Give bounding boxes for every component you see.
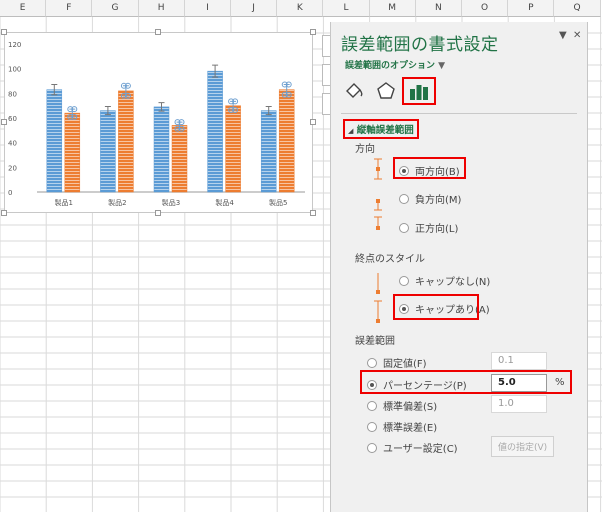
bar xyxy=(64,112,81,193)
column-header[interactable]: M xyxy=(369,0,416,17)
radio-circle xyxy=(367,400,377,411)
column-header[interactable]: E xyxy=(0,0,47,17)
y-tick-label: 20 xyxy=(8,164,17,172)
radio-custom[interactable]: ユーザー設定(C) xyxy=(367,440,458,455)
no-cap-icon xyxy=(376,273,380,294)
radio-label: 標準偏差(S) xyxy=(383,402,438,413)
resize-handle[interactable] xyxy=(310,119,316,125)
column-header[interactable]: I xyxy=(184,0,231,17)
radio-label: 負方向(M) xyxy=(415,195,462,206)
radio-circle xyxy=(367,357,377,368)
bar xyxy=(225,105,241,193)
radio-label: 正方向(L) xyxy=(415,224,459,235)
radio-circle xyxy=(399,222,409,233)
y-tick-label: 40 xyxy=(8,140,17,148)
std-dev-input[interactable]: 1.0 xyxy=(491,395,547,413)
column-header[interactable]: G xyxy=(92,0,139,17)
y-tick-label: 80 xyxy=(8,90,17,98)
bar xyxy=(153,106,170,193)
resize-handle[interactable] xyxy=(155,210,161,216)
radio-circle xyxy=(399,275,409,286)
end-style-label: 終点のスタイル xyxy=(355,254,425,265)
paint-bucket-icon xyxy=(346,83,363,98)
resize-handle[interactable] xyxy=(1,29,7,35)
effects-tab[interactable] xyxy=(373,78,399,104)
y-tick-label: 60 xyxy=(8,115,17,123)
y-tick-label: 120 xyxy=(8,41,21,49)
fixed-value-input[interactable]: 0.1 xyxy=(491,352,547,370)
bar-chart-icon xyxy=(410,85,428,100)
options-dropdown[interactable]: 誤差範囲のオプション ▼ xyxy=(345,58,445,71)
cap-icon xyxy=(374,300,382,323)
plus-direction-icon xyxy=(374,216,382,230)
radio-circle xyxy=(367,421,377,432)
highlight-box xyxy=(393,294,479,320)
bar-chart: 0 20 40 60 80 100 120 製品1 製品2 製品3 製品4 製品5 xyxy=(8,41,305,207)
column-header[interactable]: P xyxy=(508,0,555,17)
error-bar-options-tab[interactable] xyxy=(402,77,436,105)
column-header[interactable]: J xyxy=(231,0,278,17)
section-label: 縦軸誤差範囲 xyxy=(356,125,414,136)
radio-circle xyxy=(399,193,409,204)
specify-value-button[interactable]: 値の指定(V) xyxy=(491,436,555,457)
bar xyxy=(118,90,134,193)
radio-no-cap[interactable]: キャップなし(N) xyxy=(399,273,490,288)
resize-handle[interactable] xyxy=(310,29,316,35)
close-icon[interactable]: ✕ xyxy=(573,30,581,41)
column-header[interactable]: K xyxy=(277,0,324,17)
radio-label: ユーザー設定(C) xyxy=(383,444,458,455)
format-error-bars-pane: 誤差範囲の書式設定 ▼ ✕ 誤差範囲のオプション ▼ ◢ 縦軸誤差範囲 方向 両… xyxy=(330,22,588,512)
x-tick-label: 製品1 xyxy=(55,198,73,207)
bar xyxy=(46,89,63,193)
highlight-box xyxy=(360,370,572,394)
x-tick-label: 製品3 xyxy=(162,198,180,207)
collapse-triangle-icon: ◢ xyxy=(348,127,354,135)
x-tick-label: 製品4 xyxy=(215,198,234,207)
x-tick-label: 製品5 xyxy=(269,198,287,207)
column-header[interactable]: F xyxy=(46,0,93,17)
radio-fixed-value[interactable]: 固定値(F) xyxy=(367,355,427,370)
radio-minus[interactable]: 負方向(M) xyxy=(399,191,461,206)
radio-label: 標準誤差(E) xyxy=(383,423,438,434)
column-header[interactable]: L xyxy=(323,0,370,17)
options-label: 誤差範囲のオプション xyxy=(345,61,436,71)
both-direction-icon xyxy=(374,158,382,180)
section-vertical-error-bar[interactable]: ◢ 縦軸誤差範囲 xyxy=(343,119,419,139)
resize-handle[interactable] xyxy=(155,29,161,35)
resize-handle[interactable] xyxy=(1,119,7,125)
radio-circle xyxy=(367,442,377,453)
bar xyxy=(207,70,223,193)
radio-label: 固定値(F) xyxy=(383,359,427,370)
bar xyxy=(278,89,295,193)
highlight-box xyxy=(393,157,466,179)
resize-handle[interactable] xyxy=(1,210,7,216)
divider xyxy=(341,113,577,114)
radio-std-error[interactable]: 標準誤差(E) xyxy=(367,419,437,434)
error-amount-label: 誤差範囲 xyxy=(355,336,395,347)
column-header[interactable]: N xyxy=(415,0,462,17)
chevron-down-icon: ▼ xyxy=(438,61,446,71)
x-tick-label: 製品2 xyxy=(108,198,126,207)
chart[interactable]: 0 20 40 60 80 100 120 製品1 製品2 製品3 製品4 製品5 xyxy=(4,32,313,213)
y-tick-label: 100 xyxy=(8,66,21,74)
bar xyxy=(171,125,188,193)
radio-label: キャップなし(N) xyxy=(415,277,491,288)
pane-title: 誤差範囲の書式設定 xyxy=(341,35,499,55)
resize-handle[interactable] xyxy=(310,210,316,216)
column-header[interactable]: H xyxy=(138,0,185,17)
minus-direction-icon xyxy=(374,199,382,211)
fill-line-tab[interactable] xyxy=(341,78,367,104)
pane-options-dropdown-icon[interactable]: ▼ xyxy=(559,30,567,41)
column-header[interactable]: O xyxy=(462,0,509,17)
y-tick-label: 0 xyxy=(8,189,12,197)
bar xyxy=(260,110,277,193)
bar xyxy=(100,110,116,193)
pentagon-icon xyxy=(377,82,395,99)
radio-std-dev[interactable]: 標準偏差(S) xyxy=(367,398,437,413)
column-header[interactable]: Q xyxy=(554,0,601,17)
radio-plus[interactable]: 正方向(L) xyxy=(399,220,458,235)
direction-label: 方向 xyxy=(355,144,375,155)
